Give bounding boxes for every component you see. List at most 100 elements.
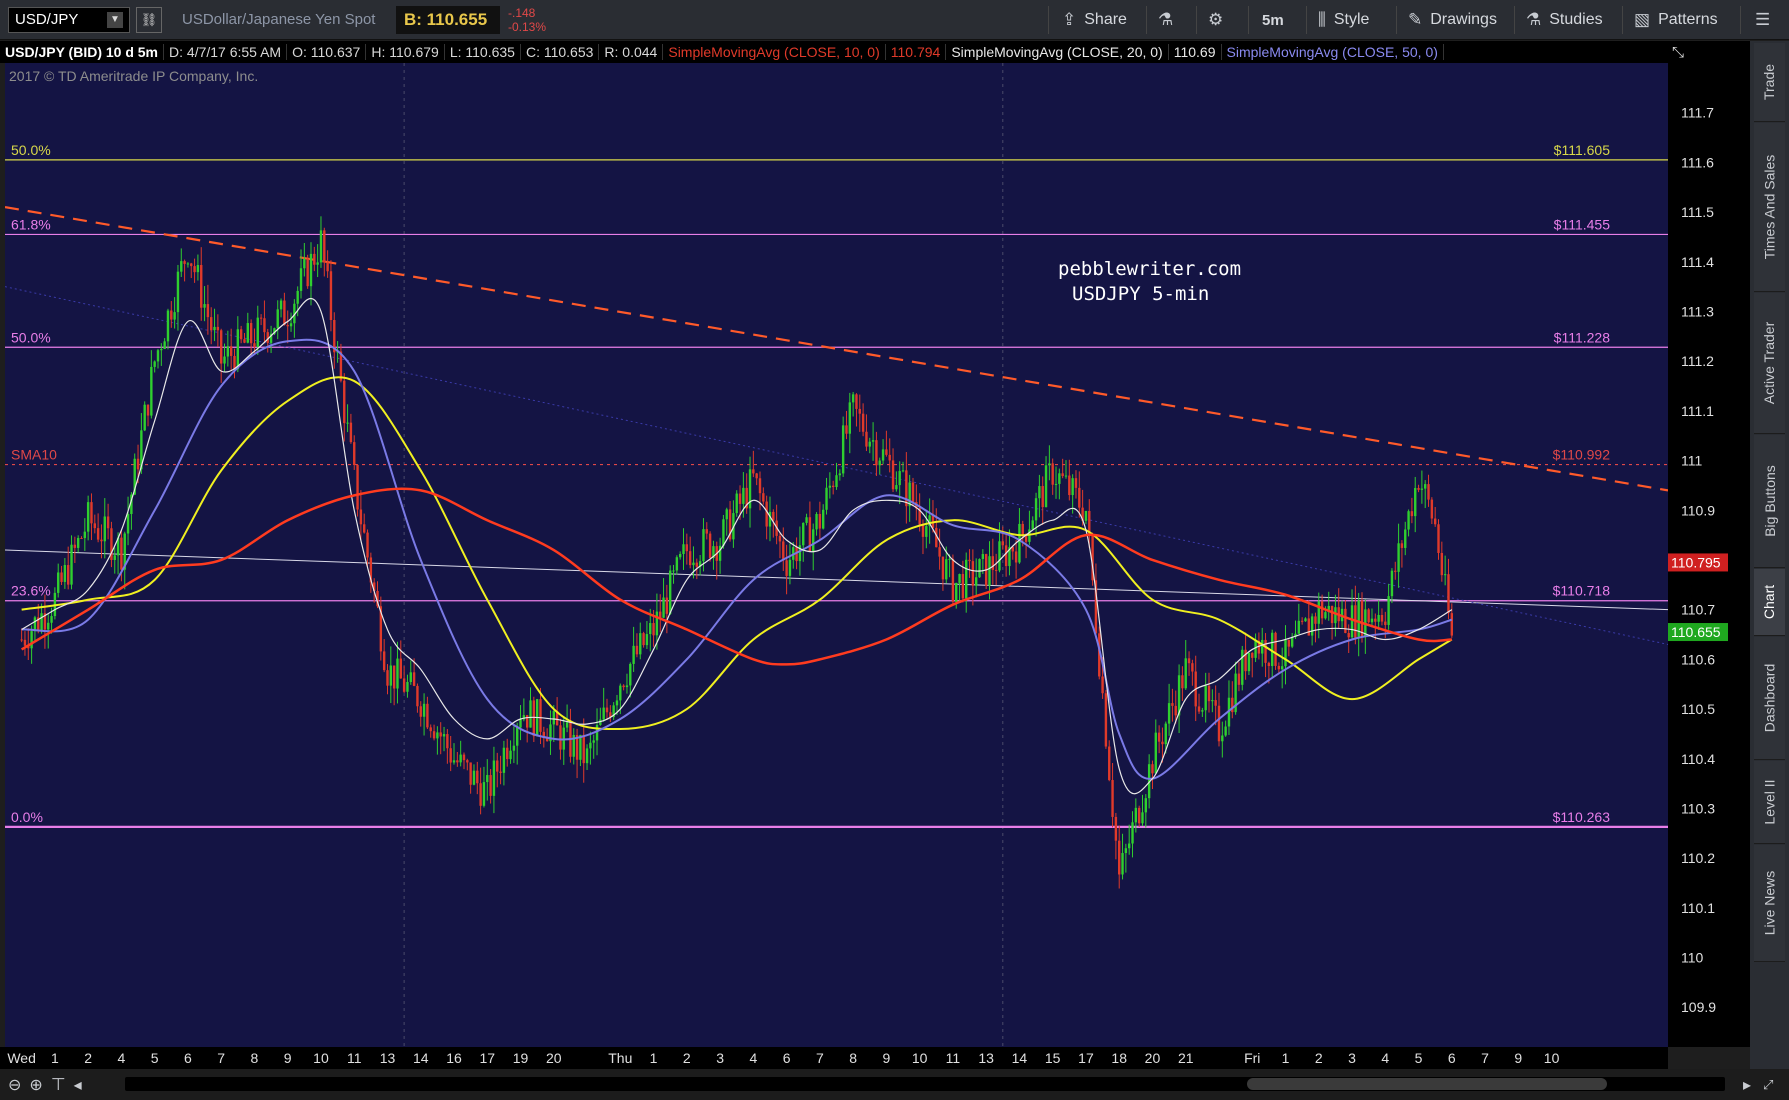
link-icon[interactable]: ⛓ (136, 6, 162, 33)
y-axis-labels: 111.7 111.6 111.5 111.4 111.3 111.2 111.1 111 11… (1668, 105, 1728, 1015)
toolbar-divider (1048, 6, 1049, 34)
candle-body (389, 665, 393, 686)
x-tick-label: 9 (284, 1050, 292, 1066)
x-tick-label: 2 (683, 1050, 691, 1066)
candle-body (1404, 529, 1407, 548)
patterns-button[interactable]: ▧ Patterns (1634, 0, 1718, 40)
symbol-selector[interactable]: USD/JPY ▼ (8, 6, 130, 33)
candle-body (669, 570, 672, 614)
tab-trade[interactable]: Trade (1754, 43, 1785, 122)
chart-scrollbar[interactable] (125, 1077, 1725, 1091)
x-tick-label: Wed (7, 1050, 36, 1066)
x-axis[interactable]: Wed 1 2 4 5 6 7 8 9 10 11 13 14 16 17 19 20 Thu 1 2 3 4 6 7 8 9 10… (0, 1047, 1668, 1069)
x-tick-label: 4 (118, 1050, 126, 1066)
candle-body (1350, 605, 1354, 638)
y-tick-label: 111.6 (1681, 154, 1714, 170)
candle-body (316, 262, 319, 265)
candle-body (1187, 658, 1191, 664)
candle-body (785, 560, 788, 576)
candle-body (259, 317, 263, 319)
candle-body (506, 747, 509, 760)
expand-icon[interactable]: ⤢ (1763, 1077, 1773, 1093)
candle-body (1297, 620, 1301, 634)
tab-live-news[interactable]: Live News (1754, 845, 1785, 962)
chart-title: USD/JPY (BID) 10 d 5m (0, 44, 165, 60)
tab-level-ii[interactable]: Level II (1754, 761, 1785, 844)
candle-body (153, 361, 156, 367)
candle-body (146, 404, 150, 416)
top-toolbar: USD/JPY ▼ ⛓ USDollar/Japanese Yen Spot B… (0, 0, 1789, 40)
candle-body (642, 633, 645, 646)
sma50-label[interactable]: SimpleMovingAvg (CLOSE, 50, 0) (1222, 44, 1444, 60)
candle-body (1064, 475, 1068, 477)
tab-label: Live News (1761, 870, 1778, 936)
candle-body (263, 318, 266, 333)
candle-body (1414, 488, 1417, 517)
scrollbar-thumb[interactable] (1247, 1078, 1607, 1090)
y-axis[interactable]: 111.7 111.6 111.5 111.4 111.3 111.2 111.1 111 11… (1668, 41, 1750, 1047)
candle-body (1121, 853, 1124, 875)
candle-body (1330, 605, 1334, 624)
x-tick-label: 9 (882, 1050, 890, 1066)
studies-button[interactable]: ⚗ Studies (1526, 0, 1603, 40)
candle-body (695, 562, 699, 567)
candle-body (426, 703, 429, 728)
candle-body (1237, 673, 1241, 685)
candle-body (1174, 705, 1177, 716)
tab-dashboard[interactable]: Dashboard (1754, 637, 1785, 760)
zoom-out-icon[interactable]: ⊖ (8, 1075, 21, 1095)
menu-button[interactable]: ☰ (1755, 0, 1778, 40)
candle-body (50, 616, 53, 623)
candle-body (632, 645, 635, 664)
candle-body (229, 346, 233, 356)
tab-chart[interactable]: Chart (1754, 569, 1785, 636)
gear-icon: ⚙ (1208, 10, 1224, 29)
candle-body (283, 300, 286, 325)
candle-body (323, 230, 326, 263)
candle-body (386, 670, 389, 686)
style-button[interactable]: ⫼ Style (1318, 0, 1369, 40)
share-button[interactable]: ⇪ Share (1062, 0, 1127, 40)
y-tick-label: 111.3 (1681, 303, 1714, 319)
flask-icon: ⚗ (1158, 10, 1174, 29)
tab-times-and-sales[interactable]: Times And Sales (1754, 123, 1785, 292)
candle-body (76, 537, 80, 548)
toolbar-divider (1146, 6, 1147, 34)
sma10-label[interactable]: SimpleMovingAvg (CLOSE, 10, 0) (663, 44, 886, 60)
candle-body (23, 639, 27, 646)
collapse-icon[interactable]: ⤡ (1672, 44, 1684, 61)
candle-body (359, 509, 363, 525)
zoom-in-icon[interactable]: ⊕ (29, 1075, 42, 1095)
tab-active-trader[interactable]: Active Trader (1754, 293, 1785, 434)
x-axis-labels: Wed 1 2 4 5 6 7 8 9 10 11 13 14 16 17 19 20 Thu 1 2 3 4 6 7 8 9 10… (7, 1050, 1559, 1066)
chart-plot-area[interactable]: 50.0% $111.605 61.8% $111.455 50.0% $111.228 S… (4, 63, 1669, 1047)
drawings-button[interactable]: ✎ Drawings (1408, 0, 1497, 40)
candle-body (858, 408, 861, 414)
candle-body (93, 523, 97, 529)
candle-body (1048, 463, 1051, 466)
candle-body (921, 524, 925, 537)
flask-button[interactable]: ⚗ (1158, 0, 1181, 40)
candle-body (382, 651, 386, 671)
candle-body (1161, 741, 1164, 745)
settings-button[interactable]: ⚙ (1208, 0, 1231, 40)
candle-body (659, 611, 662, 618)
candle-body (459, 754, 462, 763)
sma20-label[interactable]: SimpleMovingAvg (CLOSE, 20, 0) (946, 44, 1169, 60)
candle-body (981, 554, 985, 559)
chevron-down-icon[interactable]: ▼ (107, 11, 123, 28)
scroll-left-icon[interactable]: ◂ (74, 1075, 82, 1095)
candle-body (1261, 639, 1264, 654)
scroll-right-icon[interactable]: ▸ (1743, 1075, 1751, 1095)
candle-body (585, 748, 589, 764)
candle-body (449, 748, 452, 763)
timeframe-button[interactable]: 5m (1262, 0, 1284, 40)
scroll-to-start-icon[interactable]: ⊤ (51, 1075, 66, 1095)
candle-body (436, 732, 439, 739)
candle-body (565, 722, 569, 728)
tab-big-buttons[interactable]: Big Buttons (1754, 435, 1785, 568)
candle-body (655, 611, 659, 636)
y-tick-label: 110.3 (1681, 800, 1715, 816)
watermark-title: USDJPY 5-min (1072, 283, 1210, 305)
candle-body (1118, 840, 1121, 875)
